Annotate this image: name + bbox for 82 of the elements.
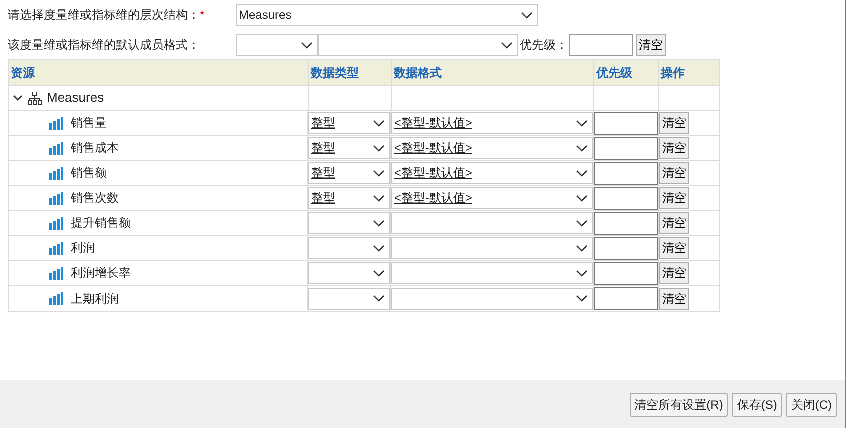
bar-chart-icon bbox=[49, 292, 63, 305]
data-format-select[interactable]: <整型-默认值> bbox=[391, 137, 594, 159]
bar-chart-icon bbox=[49, 142, 63, 154]
data-type-select[interactable] bbox=[308, 212, 390, 234]
chevron-down-icon bbox=[373, 270, 386, 276]
clear-button[interactable]: 清空 bbox=[659, 262, 690, 284]
data-type-select[interactable]: 整型 bbox=[308, 137, 390, 159]
chevron-down-icon bbox=[373, 244, 386, 252]
measure-label[interactable]: 销售成本 bbox=[71, 139, 119, 157]
hierarchy-icon bbox=[28, 92, 42, 104]
column-header: 数据类型 bbox=[308, 60, 391, 85]
tree-node-label[interactable]: Measures bbox=[47, 88, 104, 108]
data-type-select[interactable] bbox=[308, 262, 390, 284]
column-header: 操作 bbox=[658, 60, 719, 85]
bar-chart-icon bbox=[49, 166, 63, 180]
chevron-down-icon bbox=[576, 170, 588, 176]
footer-button[interactable]: 清空所有设置(R) bbox=[630, 393, 728, 417]
clear-button[interactable]: 清空 bbox=[659, 112, 690, 134]
footer-button[interactable]: 保存(S) bbox=[732, 393, 782, 417]
clear-button[interactable]: 清空 bbox=[659, 187, 690, 209]
column-header: 优先级 bbox=[593, 60, 658, 85]
clear-button[interactable]: 清空 bbox=[659, 237, 690, 259]
measure-label[interactable]: 销售量 bbox=[71, 114, 107, 132]
chevron-down-icon bbox=[576, 220, 588, 226]
priority-field[interactable] bbox=[569, 34, 633, 56]
bar-chart-icon bbox=[49, 266, 63, 280]
priority-field[interactable] bbox=[594, 236, 658, 260]
hierarchy-select[interactable]: Measures bbox=[236, 4, 538, 26]
chevron-down-icon bbox=[576, 270, 588, 276]
measure-label[interactable]: 销售次数 bbox=[71, 189, 119, 207]
column-header: 资源 bbox=[10, 64, 36, 82]
measure-label[interactable]: 销售额 bbox=[71, 164, 107, 182]
footer-button[interactable]: 关闭(C) bbox=[786, 393, 837, 417]
data-format-select[interactable]: <整型-默认值> bbox=[391, 112, 594, 134]
bar-chart-icon bbox=[49, 216, 63, 230]
chevron-down-icon bbox=[301, 42, 313, 48]
priority-field[interactable] bbox=[594, 287, 658, 310]
measure-label[interactable]: 提升销售额 bbox=[71, 214, 131, 232]
priority-field[interactable] bbox=[594, 136, 658, 160]
bar-chart-icon bbox=[49, 192, 63, 204]
clear-button[interactable]: 清空 bbox=[659, 288, 690, 310]
measure-label[interactable]: 利润增长率 bbox=[71, 264, 131, 282]
bar-chart-icon bbox=[49, 116, 63, 130]
data-type-select[interactable] bbox=[308, 237, 390, 259]
clear-button[interactable]: 清空 bbox=[659, 137, 690, 159]
chevron-down-icon[interactable] bbox=[13, 93, 23, 103]
measure-label[interactable]: 利润 bbox=[71, 239, 95, 257]
priority-field[interactable] bbox=[594, 162, 658, 184]
priority-field[interactable] bbox=[594, 186, 658, 210]
measure-label[interactable]: 上期利润 bbox=[71, 290, 119, 308]
chevron-down-icon bbox=[576, 120, 588, 126]
data-type-select[interactable] bbox=[308, 288, 390, 310]
priority-field[interactable] bbox=[594, 212, 658, 234]
column-header: 数据格式 bbox=[390, 60, 594, 85]
data-type-select[interactable]: 整型 bbox=[308, 187, 390, 209]
data-type-select[interactable]: 整型 bbox=[308, 162, 390, 184]
chevron-down-icon bbox=[373, 120, 386, 126]
chevron-down-icon bbox=[373, 220, 386, 226]
chevron-down-icon bbox=[373, 170, 386, 176]
format-select[interactable] bbox=[318, 34, 518, 56]
clear-button[interactable]: 清空 bbox=[659, 162, 690, 184]
priority-field[interactable] bbox=[594, 112, 658, 134]
chevron-down-icon bbox=[576, 194, 588, 202]
chevron-down-icon bbox=[576, 295, 588, 302]
priority-field[interactable] bbox=[594, 262, 658, 284]
type-select[interactable] bbox=[236, 34, 318, 56]
chevron-down-icon bbox=[373, 144, 386, 152]
chevron-down-icon bbox=[373, 194, 386, 202]
clear-button[interactable]: 清空 bbox=[659, 212, 690, 234]
data-format-select[interactable]: <整型-默认值> bbox=[391, 187, 594, 209]
chevron-down-icon bbox=[501, 42, 513, 48]
default-format-label: 该度量维或指标维的默认成员格式： bbox=[8, 37, 201, 54]
hierarchy-label: 请选择度量维或指标维的层次结构：* bbox=[8, 7, 206, 24]
data-type-select[interactable]: 整型 bbox=[308, 112, 390, 134]
data-format-select[interactable]: <整型-默认值> bbox=[391, 162, 594, 184]
clear-button[interactable]: 清空 bbox=[636, 34, 666, 56]
bar-chart-icon bbox=[49, 242, 63, 254]
priority-label: 优先级： bbox=[520, 37, 568, 54]
chevron-down-icon bbox=[373, 295, 386, 302]
chevron-down-icon bbox=[576, 244, 588, 252]
chevron-down-icon bbox=[576, 144, 588, 152]
chevron-down-icon bbox=[521, 12, 533, 18]
